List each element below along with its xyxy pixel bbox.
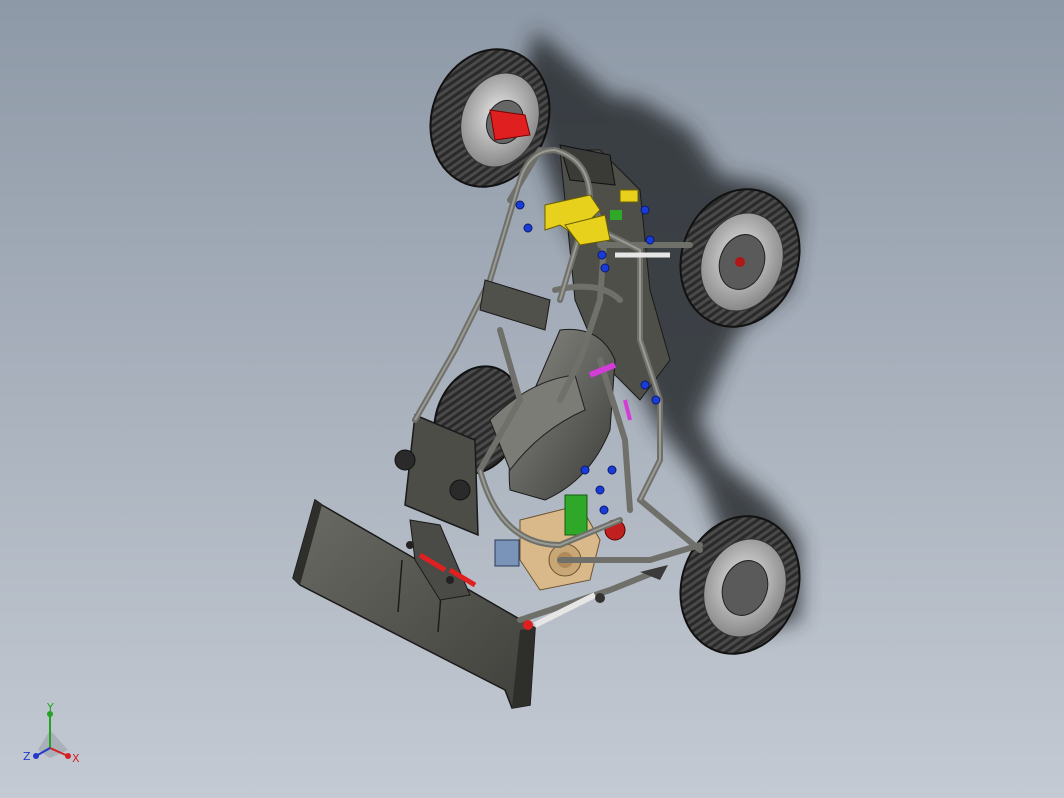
vehicle-assembly-model[interactable]	[0, 0, 1064, 798]
frame-crossmember	[479, 279, 551, 331]
triad-y-label: Y	[46, 701, 54, 714]
coordinate-triad[interactable]: Y X Z	[16, 700, 96, 780]
cad-graphics-viewport[interactable]: Y X Z	[0, 0, 1064, 798]
triad-z-tip	[33, 753, 39, 759]
triad-x-label: X	[72, 752, 80, 765]
wheel-rear-right[interactable]	[662, 499, 819, 670]
triad-z-label: Z	[23, 750, 31, 763]
triad-x-tip	[65, 753, 71, 759]
